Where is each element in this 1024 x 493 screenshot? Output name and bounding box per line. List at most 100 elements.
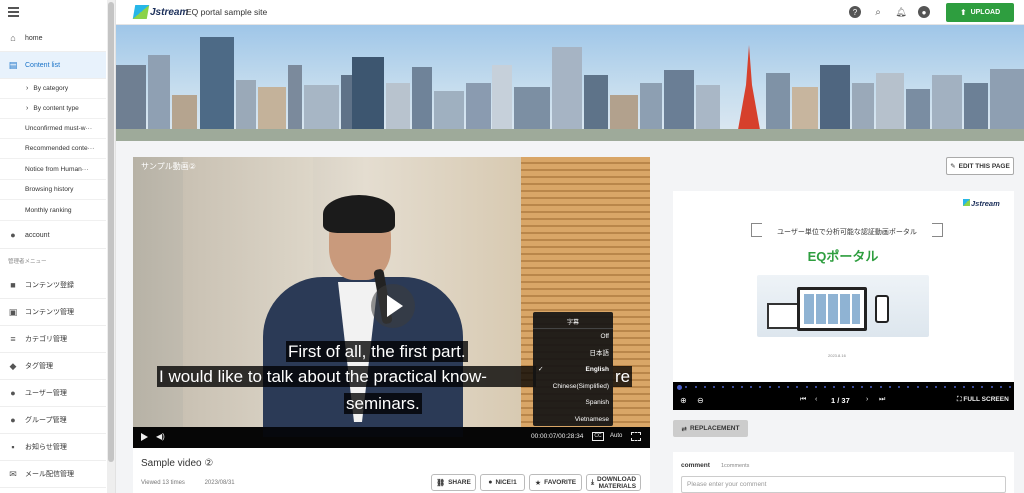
download-materials-button[interactable]: ⤓ DOWNLOAD MATERIALS bbox=[586, 474, 641, 491]
nice-button[interactable]: ● NICE! 1 bbox=[480, 474, 525, 491]
play-icon[interactable] bbox=[371, 284, 415, 328]
slide-progress-dot[interactable] bbox=[740, 386, 743, 388]
slide-progress-dot[interactable] bbox=[805, 386, 808, 388]
comment-input[interactable]: Please enter your comment bbox=[681, 476, 1006, 493]
sidebar-item-content-manage[interactable]: ▣ コンテンツ管理 bbox=[0, 299, 106, 326]
slide-progress-dot[interactable] bbox=[833, 386, 836, 388]
comments-panel: comment 1comments Please enter your comm… bbox=[673, 452, 1014, 493]
logo[interactable]: Jstream bbox=[132, 4, 188, 20]
sidebar-item-content-register[interactable]: ■ コンテンツ登録 bbox=[0, 272, 106, 299]
prev-page-icon[interactable]: ‹ bbox=[815, 396, 817, 403]
slide-progress-dot[interactable] bbox=[953, 386, 956, 388]
subtitle-option-vietnamese[interactable]: Vietnamese bbox=[533, 412, 613, 429]
subtitle-option-japanese[interactable]: 日本語 bbox=[533, 346, 613, 363]
sidebar-item-content-list[interactable]: ▤ Content list bbox=[0, 52, 106, 79]
list-icon: ≡ bbox=[10, 334, 16, 344]
favorite-button[interactable]: ★ FAVORITE bbox=[529, 474, 582, 491]
replacement-button[interactable]: ⇄ REPLACEMENT bbox=[673, 420, 748, 437]
home-icon: ⌂ bbox=[10, 33, 16, 43]
sidebar-item-tag-manage[interactable]: ◆ タグ管理 bbox=[0, 353, 106, 380]
sidebar-subitem-notice[interactable]: Notice from Human··· bbox=[0, 160, 106, 180]
sidebar-subitem-recommended[interactable]: Recommended conte··· bbox=[0, 139, 106, 159]
download-label: DOWNLOAD MATERIALS bbox=[597, 476, 636, 490]
slide-progress-dot[interactable] bbox=[999, 386, 1002, 388]
slide-progress-dot[interactable] bbox=[879, 386, 882, 388]
scrollbar-thumb[interactable] bbox=[108, 2, 114, 462]
slide-progress-dot[interactable] bbox=[677, 385, 682, 390]
subtitle-option-english[interactable]: ✓ English bbox=[533, 362, 613, 379]
slide-progress-dot[interactable] bbox=[703, 386, 706, 388]
volume-icon[interactable]: ◀︎) bbox=[156, 432, 165, 441]
zoom-in-icon[interactable]: ⊕ bbox=[680, 396, 687, 405]
slide-progress-dot[interactable] bbox=[935, 386, 937, 388]
account-icon[interactable]: ● bbox=[918, 6, 930, 18]
slide-progress-dot[interactable] bbox=[685, 386, 688, 388]
slide-progress-dot[interactable] bbox=[870, 386, 873, 388]
slide-progress-dot[interactable] bbox=[713, 386, 715, 388]
sidebar-item-home[interactable]: ⌂ home bbox=[0, 25, 106, 52]
slide-progress-dot[interactable] bbox=[888, 386, 891, 388]
sidebar-subitem-unconfirmed[interactable]: Unconfirmed must-w··· bbox=[0, 119, 106, 139]
slide-progress-dot[interactable] bbox=[722, 386, 725, 388]
slide-progress-dot[interactable] bbox=[796, 386, 799, 388]
first-page-icon[interactable]: ⏮ bbox=[800, 396, 806, 404]
edit-page-button[interactable]: ✎ EDIT THIS PAGE bbox=[946, 157, 1014, 175]
slide-progress-dot[interactable] bbox=[694, 386, 697, 388]
sidebar-item-category-manage[interactable]: ≡ カテゴリ管理 bbox=[0, 326, 106, 353]
slide-progress-dot[interactable] bbox=[898, 386, 900, 388]
slide-progress-dot[interactable] bbox=[777, 386, 780, 388]
sidebar-subitem-by-category[interactable]: › By category bbox=[0, 79, 106, 99]
slide-progress-dot[interactable] bbox=[787, 386, 789, 388]
slide-progress-dot[interactable] bbox=[962, 386, 965, 388]
slide-progress-dot[interactable] bbox=[972, 386, 974, 388]
slide-progress-dot[interactable] bbox=[925, 386, 928, 388]
slide-progress-dot[interactable] bbox=[907, 386, 910, 388]
slide-progress-dot[interactable] bbox=[1009, 386, 1011, 388]
sidebar-item-group-manage[interactable]: ● グループ管理 bbox=[0, 407, 106, 434]
search-icon[interactable]: ⌕ bbox=[872, 6, 884, 18]
bell-icon[interactable]: 🔔︎ bbox=[895, 6, 907, 18]
subtitle-option-chinese[interactable]: Chinese(Simplified) bbox=[533, 379, 613, 396]
slide-progress-dot[interactable] bbox=[768, 386, 771, 388]
upload-label: UPLOAD bbox=[970, 9, 1001, 16]
slide-progress-dots[interactable] bbox=[677, 385, 1011, 390]
menu-icon[interactable] bbox=[8, 7, 19, 17]
slide-progress-dot[interactable] bbox=[990, 386, 993, 388]
sidebar-subitem-monthly-ranking[interactable]: Monthly ranking bbox=[0, 201, 106, 221]
subtitle-option-spanish[interactable]: Spanish bbox=[533, 395, 613, 412]
full-screen-button[interactable]: ⛶ FULL SCREEN bbox=[957, 396, 1009, 404]
fullscreen-icon[interactable] bbox=[631, 432, 641, 441]
sidebar-item-announcement-manage[interactable]: ▪ お知らせ管理 bbox=[0, 434, 106, 461]
upload-button[interactable]: ⬆ UPLOAD bbox=[946, 3, 1014, 22]
slide-progress-dot[interactable] bbox=[824, 386, 826, 388]
sidebar-item-user-manage[interactable]: ● ユーザー管理 bbox=[0, 380, 106, 407]
last-page-icon[interactable]: ⏭ bbox=[879, 396, 885, 404]
quality-auto-button[interactable]: Auto bbox=[610, 433, 622, 439]
next-page-icon[interactable]: › bbox=[866, 396, 868, 403]
slide-progress-dot[interactable] bbox=[731, 386, 734, 388]
slide-progress-dot[interactable] bbox=[851, 386, 854, 388]
subtitle-option-off[interactable]: Off bbox=[533, 329, 613, 346]
slide-progress-dot[interactable] bbox=[814, 386, 817, 388]
sidebar-scrollbar[interactable] bbox=[107, 0, 115, 493]
slide-progress-dot[interactable] bbox=[861, 386, 863, 388]
slide-progress-dot[interactable] bbox=[916, 386, 919, 388]
sidebar-subitem-browsing-history[interactable]: Browsing history bbox=[0, 180, 106, 200]
zoom-out-icon[interactable]: ⊖ bbox=[697, 396, 704, 405]
caption-line-1: First of all, the first part. bbox=[286, 341, 468, 362]
slide-progress-dot[interactable] bbox=[842, 386, 845, 388]
slide-progress-dot[interactable] bbox=[750, 386, 752, 388]
video-player[interactable]: サンプル動画② First of all, the first part. I … bbox=[133, 157, 650, 448]
help-icon[interactable]: ? bbox=[849, 6, 861, 18]
sidebar-item-mail-manage[interactable]: ✉ メール配信管理 bbox=[0, 461, 106, 488]
slide-progress-dot[interactable] bbox=[759, 386, 762, 388]
sidebar-item-account[interactable]: ● account bbox=[0, 222, 106, 249]
sidebar-subitem-by-content-type[interactable]: › By content type bbox=[0, 99, 106, 119]
slide-progress-dot[interactable] bbox=[981, 386, 984, 388]
cc-icon[interactable]: CC bbox=[592, 432, 604, 441]
share-button[interactable]: ⛓ SHARE bbox=[431, 474, 476, 491]
play-icon[interactable] bbox=[141, 433, 148, 441]
sidebar-item-label: home bbox=[25, 34, 43, 42]
download-icon: ⤓ bbox=[590, 479, 595, 486]
slide-progress-dot[interactable] bbox=[944, 386, 947, 388]
